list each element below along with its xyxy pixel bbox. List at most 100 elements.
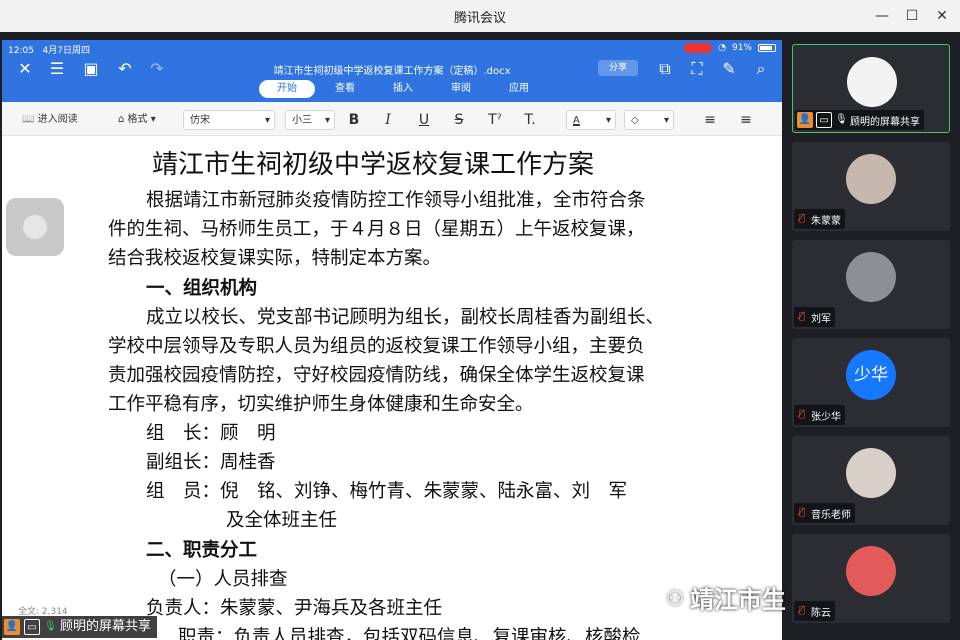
tab-0[interactable]: 开始 (259, 80, 315, 98)
participant-nameplate: 🎙̸ 朱蒙蒙 (794, 209, 845, 229)
align-left-icon[interactable]: ≡ (700, 110, 720, 130)
maximize-button[interactable]: ☐ (902, 6, 922, 26)
chevron-down-icon: ▾ (663, 115, 669, 126)
mic-muted-icon: 🎙̸ (798, 605, 805, 616)
font-select[interactable]: 仿宋 ▾ (183, 110, 275, 130)
paragraph-line: 组 员：倪 铭、刘铮、梅竹青、朱蒙蒙、陆永富、刘 军 (146, 481, 628, 502)
mic-muted-icon: 🎙̸ (798, 409, 805, 420)
shared-screen: 12:05 4月7日周四 ◔ 91% ✕ ☰ ▣ ↶ ↷ 靖江市生祠初级中学返校… (2, 40, 782, 640)
wifi-icon: ◔ (718, 43, 726, 53)
avatar (846, 546, 896, 596)
recording-icon (684, 43, 713, 53)
status-date: 4月7日周四 (42, 46, 90, 56)
font-color-select[interactable]: A ▾ (566, 110, 616, 130)
read-mode-label: 进入阅读 (37, 114, 78, 125)
participant-nameplate: 🎙̸ 陈云 (794, 601, 835, 621)
bold-icon[interactable]: B (344, 110, 364, 130)
paragraph-line: 根据靖江市新冠肺炎疫情防控工作领导小组批准，全市符合条 (146, 190, 646, 211)
participant-tile[interactable]: 👤 ▭ 🎙 顾明的屏幕共享 (792, 44, 950, 133)
strikethrough-icon[interactable]: S (449, 110, 469, 130)
participant-name: 张少华 (811, 411, 841, 423)
tab-3[interactable]: 审阅 (433, 80, 489, 98)
section-heading: 二、职责分工 (146, 540, 258, 561)
font-color-icon: A (573, 115, 580, 126)
paragraph-line: 工作平稳有序，切实维护师生身体健康和生命安全。 (108, 394, 534, 415)
mic-muted-icon: 🎙̸ (798, 311, 805, 322)
status-indicators: ◔ 91% (684, 43, 776, 53)
window-title: 腾讯会议 (453, 11, 506, 26)
read-mode-button[interactable]: 📖 进入阅读 (22, 110, 78, 130)
highlight-select[interactable]: ◇ ▾ (624, 110, 674, 130)
ribbon-tabs: 开始 查看 插入 审阅 应用 (259, 80, 549, 98)
italic-icon[interactable]: I (378, 110, 398, 130)
tab-2[interactable]: 插入 (375, 80, 431, 98)
participant-name: 音乐老师 (811, 509, 851, 521)
pen-icon[interactable]: ✎ (718, 58, 740, 80)
user-icon: 👤 (4, 619, 20, 635)
participant-name: 顾明的屏幕共享 (850, 116, 920, 128)
paragraph-line: 成立以校长、党支部书记顾明为组长，副校长周桂香为副组长、 (146, 307, 665, 328)
minimize-button[interactable]: — (872, 6, 892, 26)
shared-screen-stage: 12:05 4月7日周四 ◔ 91% ✕ ☰ ▣ ↶ ↷ 靖江市生祠初级中学返校… (0, 32, 786, 640)
window-titlebar: 腾讯会议 — ☐ ✕ (0, 0, 960, 32)
avatar (846, 154, 896, 204)
tab-1[interactable]: 查看 (317, 80, 373, 98)
wechat-icon: ⚇ (666, 585, 684, 610)
superscript-icon[interactable]: Tˀ (485, 110, 505, 130)
chevron-down-icon: ▾ (264, 115, 270, 126)
avatar (846, 448, 896, 498)
participant-nameplate: 🎙̸ 音乐老师 (794, 503, 855, 523)
participants-sidebar: 👤 ▭ 🎙 顾明的屏幕共享 🎙̸ 朱蒙蒙 🎙̸ 刘军 少华 🎙̸ 张少华 🎙̸ 音乐老师 🎙̸ 陈云 (786, 32, 960, 640)
book-icon: 📖 (22, 114, 35, 125)
document-page[interactable]: 靖江市生祠初级中学返校复课工作方案 根据靖江市新冠肺炎疫情防控工作领导小组批准，… (2, 136, 782, 640)
avatar (847, 57, 897, 107)
paragraph-line: 结合我校返校复课实际，特制定本方案。 (108, 248, 442, 269)
screen-icon: ▭ (816, 112, 832, 128)
paragraph-line: 负责人：朱蒙蒙、尹海兵及各班主任 (146, 598, 443, 619)
participant-tile[interactable]: 🎙̸ 刘军 (792, 240, 950, 329)
battery-level: 91% (731, 43, 752, 53)
participant-tile[interactable]: 🎙̸ 音乐老师 (792, 436, 950, 525)
participant-nameplate: 👤 ▭ 🎙 顾明的屏幕共享 (795, 110, 924, 130)
avatar (846, 252, 896, 302)
font-size-value: 小三 (292, 115, 312, 126)
document-title: 靖江市生祠初级中学返校复课工作方案 (152, 150, 595, 180)
mic-muted-icon: 🎙̸ (798, 213, 805, 224)
align-right-icon[interactable]: ≡ (736, 110, 756, 130)
participant-tile[interactable]: 少华 🎙̸ 张少华 (792, 338, 950, 427)
participant-nameplate: 🎙̸ 张少华 (794, 405, 845, 425)
participant-tile[interactable]: 🎙̸ 朱蒙蒙 (792, 142, 950, 231)
fullscreen-icon[interactable]: ⛶ (686, 58, 708, 80)
paragraph-line: 副组长：周桂香 (146, 452, 276, 473)
status-bar: 12:05 4月7日周四 (8, 43, 90, 56)
battery-icon (758, 44, 776, 52)
font-size-select[interactable]: 小三 ▾ (285, 110, 335, 130)
share-button[interactable]: 分享 (598, 60, 638, 76)
format-toolbar: 📖 进入阅读 ⌂ 格式 ▾ 仿宋 ▾ 小三 ▾ B I U S Tˀ T. A (2, 102, 782, 136)
mic-icon: 🎙 (44, 621, 57, 632)
participant-tile[interactable]: 🎙̸ 陈云 (792, 534, 950, 623)
section-heading: 一、组织机构 (146, 278, 258, 299)
underline-icon[interactable]: U (414, 110, 434, 130)
window-switch-icon[interactable]: ⧉ (654, 58, 676, 80)
paragraph-line: 职责：负责人员排查，包括双码信息、复课审核、核酸检 (178, 627, 641, 640)
close-button[interactable]: ✕ (932, 6, 952, 26)
screen-share-badge: 👤 ▭ 🎙 顾明的屏幕共享 (0, 616, 158, 638)
paragraph-line: 责加强校园疫情防控，守好校园疫情防线，确保全体学生返校复课 (108, 365, 645, 386)
mic-icon: 🎙 (835, 114, 848, 125)
style-button[interactable]: ⌂ 格式 ▾ (118, 110, 156, 130)
assistive-touch-button[interactable] (6, 198, 64, 256)
participant-name: 朱蒙蒙 (811, 215, 841, 227)
participant-name: 陈云 (811, 607, 831, 619)
sharer-label: 顾明的屏幕共享 (60, 619, 152, 634)
font-value: 仿宋 (190, 115, 210, 126)
participant-nameplate: 🎙̸ 刘军 (794, 307, 835, 327)
search-icon[interactable]: ⌕ (750, 58, 772, 80)
screen-icon: ▭ (24, 619, 40, 635)
subscript-icon[interactable]: T. (520, 110, 540, 130)
highlight-icon: ◇ (631, 115, 639, 126)
user-icon: 👤 (797, 112, 813, 128)
tab-4[interactable]: 应用 (491, 80, 547, 98)
style-label: 格式 (127, 114, 148, 125)
chevron-down-icon: ▾ (605, 115, 611, 126)
